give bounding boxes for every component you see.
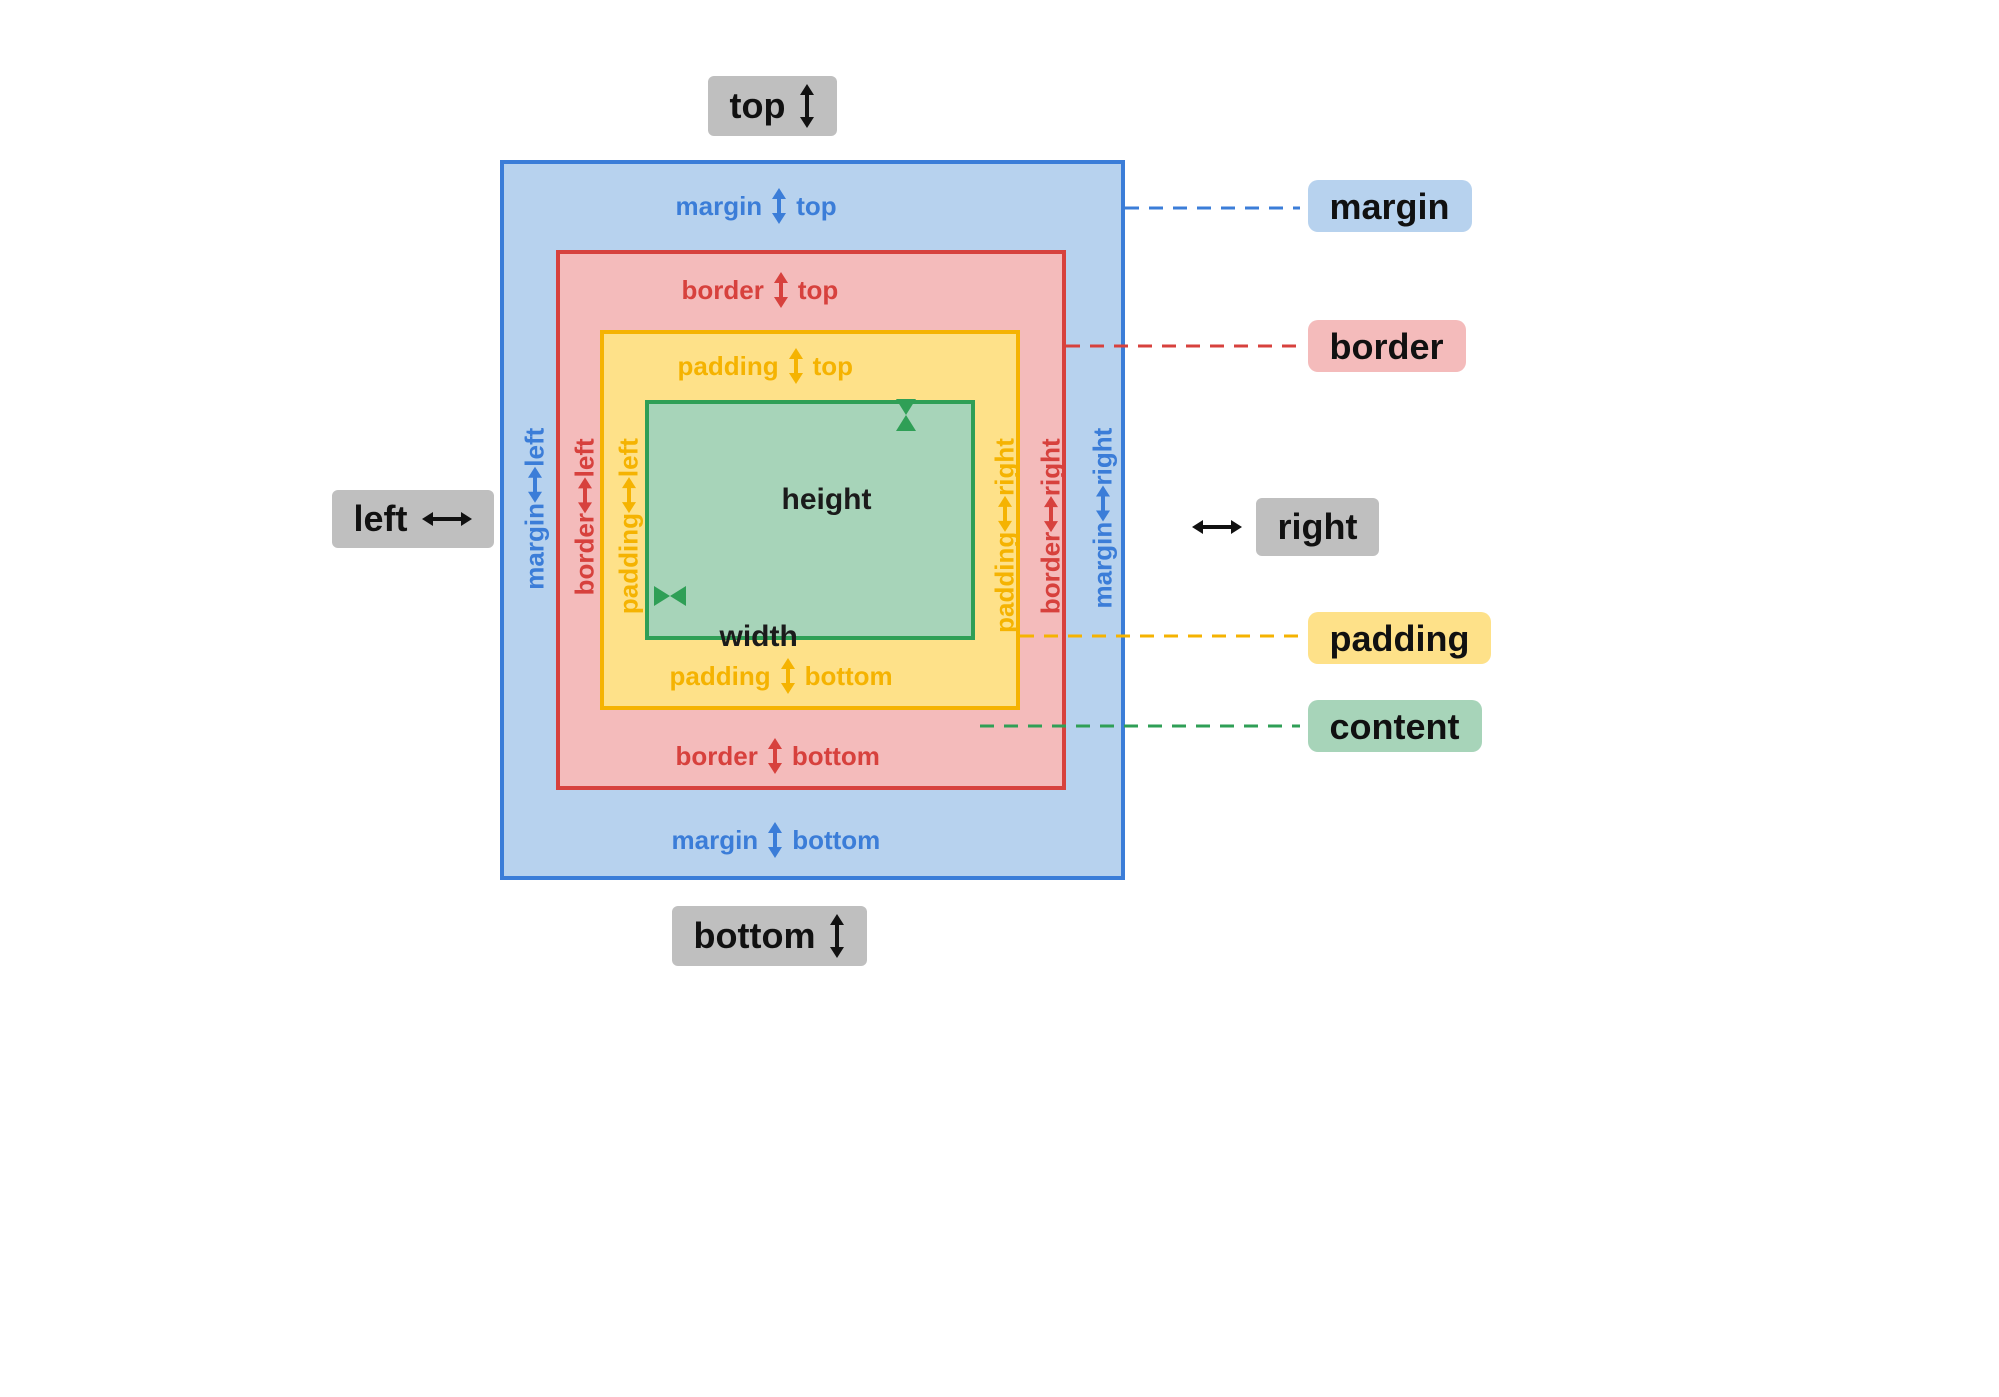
text: top bbox=[813, 351, 853, 382]
text: margin bbox=[519, 503, 550, 590]
text: margin bbox=[1087, 522, 1118, 609]
text: border bbox=[676, 741, 758, 772]
vertical-arrow-icon bbox=[781, 658, 795, 694]
text: padding bbox=[670, 661, 771, 692]
text: top bbox=[798, 275, 838, 306]
border-top-label: border top bbox=[682, 272, 839, 308]
vertical-arrow-icon bbox=[772, 188, 786, 224]
text: top bbox=[796, 191, 836, 222]
border-left-label: border left bbox=[568, 438, 602, 595]
vertical-arrow-icon bbox=[829, 914, 845, 958]
text: left bbox=[613, 438, 644, 477]
legend-content: content bbox=[1308, 700, 1482, 752]
text: right bbox=[1087, 428, 1118, 486]
horizontal-arrow-icon bbox=[422, 511, 472, 527]
content-area bbox=[645, 400, 975, 640]
text: margin bbox=[672, 825, 759, 856]
text: bottom bbox=[805, 661, 893, 692]
text: padding bbox=[678, 351, 779, 382]
margin-left-label: margin left bbox=[518, 428, 552, 590]
text: padding bbox=[989, 532, 1020, 633]
vertical-arrow-icon bbox=[528, 467, 542, 503]
padding-top-label: padding top bbox=[678, 348, 854, 384]
margin-bottom-label: margin bottom bbox=[672, 822, 881, 858]
text: border bbox=[1035, 532, 1066, 614]
position-top-badge: top bbox=[708, 76, 838, 136]
css-box-model-diagram: margin top margin bottom margin left mar… bbox=[300, 40, 1700, 1040]
position-right-badge: right bbox=[1170, 490, 1402, 564]
border-bottom-label: border bottom bbox=[676, 738, 880, 774]
vertical-arrow-icon bbox=[1044, 496, 1058, 532]
position-left-badge: left bbox=[332, 490, 494, 548]
text: left bbox=[519, 428, 550, 467]
padding-bottom-label: padding bottom bbox=[670, 658, 893, 694]
legend-border: border bbox=[1308, 320, 1466, 372]
text: margin bbox=[676, 191, 763, 222]
text: border bbox=[569, 513, 600, 595]
legend-padding: padding bbox=[1308, 612, 1492, 664]
padding-right-label: padding right bbox=[988, 438, 1022, 633]
text: padding bbox=[613, 513, 644, 614]
vertical-arrow-icon bbox=[774, 272, 788, 308]
position-bottom-badge: bottom bbox=[672, 906, 868, 966]
vertical-arrow-icon bbox=[768, 822, 782, 858]
content-width-label: width bbox=[720, 620, 798, 654]
padding-left-label: padding left bbox=[612, 438, 646, 614]
text: bottom bbox=[792, 825, 880, 856]
text: border bbox=[682, 275, 764, 306]
border-right-label: border right bbox=[1034, 438, 1068, 614]
vertical-arrow-icon bbox=[799, 84, 815, 128]
vertical-arrow-icon bbox=[578, 477, 592, 513]
text: left bbox=[354, 498, 408, 540]
text: left bbox=[569, 438, 600, 477]
horizontal-arrow-icon bbox=[1192, 519, 1242, 535]
text: top bbox=[730, 85, 786, 127]
margin-right-label: margin right bbox=[1086, 428, 1120, 608]
text: right bbox=[989, 438, 1020, 496]
text: bottom bbox=[792, 741, 880, 772]
vertical-arrow-icon bbox=[622, 477, 636, 513]
vertical-arrow-icon bbox=[1096, 486, 1110, 522]
text: bottom bbox=[694, 915, 816, 957]
legend-margin: margin bbox=[1308, 180, 1472, 232]
text: right bbox=[1035, 438, 1066, 496]
vertical-arrow-icon bbox=[768, 738, 782, 774]
vertical-arrow-icon bbox=[998, 496, 1012, 532]
vertical-arrow-icon bbox=[789, 348, 803, 384]
margin-top-label: margin top bbox=[676, 188, 837, 224]
content-height-label: height bbox=[782, 483, 872, 517]
text: right bbox=[1256, 498, 1380, 556]
